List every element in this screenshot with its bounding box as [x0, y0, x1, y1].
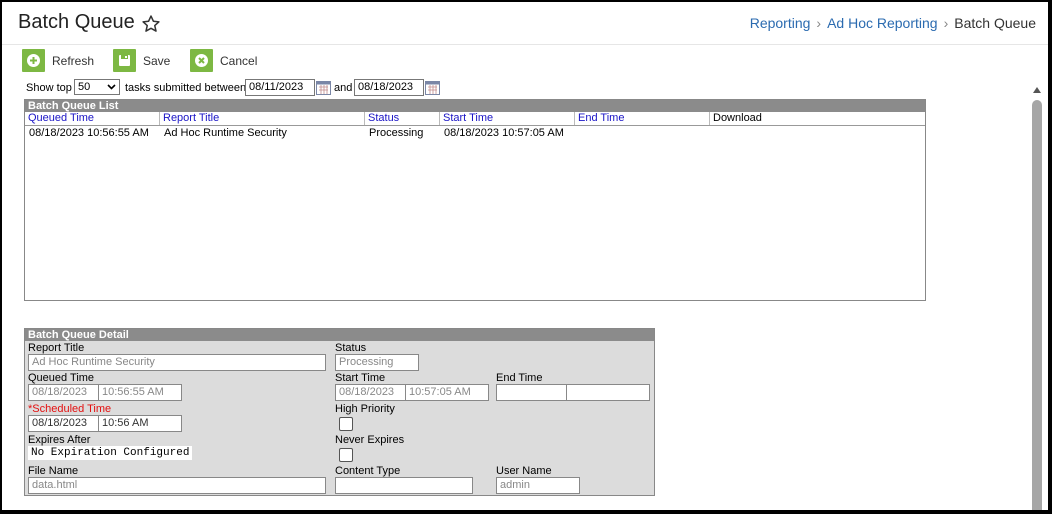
expires-after-label: Expires After — [28, 434, 91, 446]
calendar-icon[interactable] — [425, 81, 440, 95]
end-time-label: End Time — [496, 372, 543, 384]
content-type-label: Content Type — [335, 465, 401, 477]
scheduled-date-input[interactable]: 08/18/2023 — [28, 415, 99, 432]
queued-date-field: 08/18/2023 — [28, 384, 99, 401]
page-scrollbar[interactable] — [1031, 83, 1042, 510]
never-expires-label: Never Expires — [335, 434, 405, 446]
column-header-start-time[interactable]: Start Time — [440, 112, 575, 125]
scheduled-time-input[interactable]: 10:56 AM — [98, 415, 182, 432]
scrollbar-thumb[interactable] — [1032, 100, 1042, 510]
refresh-button[interactable]: Refresh — [22, 49, 102, 73]
start-time-label: Start Time — [335, 372, 386, 384]
cancel-button[interactable]: Cancel — [190, 49, 270, 73]
page-header: Batch Queue Reporting › Ad Hoc Reporting › B… — [2, 2, 1048, 45]
save-button[interactable]: Save — [113, 49, 179, 73]
cell-start-time: 08/18/2023 10:57:05 AM — [444, 127, 564, 139]
batch-queue-window: Batch Queue Reporting › Ad Hoc Reporting › B… — [0, 0, 1052, 514]
report-title-field: Ad Hoc Runtime Security — [28, 354, 326, 371]
file-name-field: data.html — [28, 477, 326, 494]
show-top-select[interactable]: 50 — [74, 79, 120, 95]
end-date-field — [496, 384, 567, 401]
cell-report-title: Ad Hoc Runtime Security — [164, 127, 287, 139]
queued-time-field: 10:56:55 AM — [98, 384, 182, 401]
calendar-icon[interactable] — [316, 81, 331, 95]
end-time-field — [566, 384, 650, 401]
column-header-queued-time[interactable]: Queued Time — [25, 112, 160, 125]
batch-queue-detail-panel: Batch Queue Detail Report Title Ad Hoc R… — [24, 328, 655, 496]
batch-queue-detail-title: Batch Queue Detail — [25, 329, 654, 341]
start-time-field: 10:57:05 AM — [405, 384, 489, 401]
page-title: Batch Queue — [18, 11, 135, 33]
submitted-between-label: tasks submitted between — [125, 82, 247, 94]
report-title-label: Report Title — [28, 342, 85, 354]
scheduled-time-label: *Scheduled Time — [28, 403, 112, 415]
chevron-down-icon — [107, 84, 116, 90]
save-icon — [113, 49, 136, 72]
user-name-field: admin — [496, 477, 580, 494]
end-date-input[interactable]: 08/18/2023 — [354, 79, 424, 96]
cell-queued-time: 08/18/2023 10:56:55 AM — [29, 127, 149, 139]
breadcrumb: Reporting › Ad Hoc Reporting › Batch Queue — [750, 15, 1036, 31]
cell-download[interactable] — [710, 127, 714, 140]
show-top-label: Show top — [26, 82, 72, 94]
batch-queue-list-title: Batch Queue List — [25, 100, 925, 112]
high-priority-label: High Priority — [335, 403, 395, 415]
save-label: Save — [143, 54, 171, 68]
status-field: Processing — [335, 354, 419, 371]
cancel-label: Cancel — [220, 54, 258, 68]
column-header-download: Download — [713, 112, 762, 124]
high-priority-checkbox[interactable] — [339, 417, 353, 431]
file-name-label: File Name — [28, 465, 79, 477]
column-header-end-time[interactable]: End Time — [575, 112, 710, 125]
show-top-value: 50 — [78, 81, 91, 93]
table-header: Queued Time Report Title Status Start Ti… — [25, 112, 925, 126]
chevron-right-icon: › — [943, 15, 949, 31]
start-date-field: 08/18/2023 — [335, 384, 406, 401]
content-type-field — [335, 477, 473, 494]
queued-time-label: Queued Time — [28, 372, 95, 384]
breadcrumb-ad-hoc-reporting[interactable]: Ad Hoc Reporting — [827, 15, 938, 31]
cancel-icon — [190, 49, 213, 72]
cell-status: Processing — [369, 127, 424, 139]
favorite-star-icon[interactable] — [141, 14, 161, 34]
chevron-right-icon: › — [816, 15, 822, 31]
refresh-icon — [22, 49, 45, 72]
batch-queue-list-panel: Batch Queue List Queued Time Report Titl… — [24, 99, 926, 301]
table-row[interactable]: 08/18/2023 10:56:55 AM Ad Hoc Runtime Se… — [25, 126, 925, 140]
and-label: and — [334, 82, 353, 94]
start-date-input[interactable]: 08/11/2023 — [245, 79, 315, 96]
user-name-label: User Name — [496, 465, 552, 477]
cell-end-time — [575, 127, 579, 140]
breadcrumb-reporting[interactable]: Reporting — [750, 15, 811, 31]
refresh-label: Refresh — [52, 54, 95, 68]
breadcrumb-batch-queue: Batch Queue — [954, 15, 1036, 31]
never-expires-checkbox[interactable] — [339, 448, 353, 462]
scroll-up-arrow-icon[interactable] — [1032, 86, 1042, 94]
column-header-status[interactable]: Status — [365, 112, 440, 125]
expires-after-value: No Expiration Configured — [28, 446, 193, 460]
column-header-report-title[interactable]: Report Title — [160, 112, 365, 125]
status-label: Status — [335, 342, 367, 354]
